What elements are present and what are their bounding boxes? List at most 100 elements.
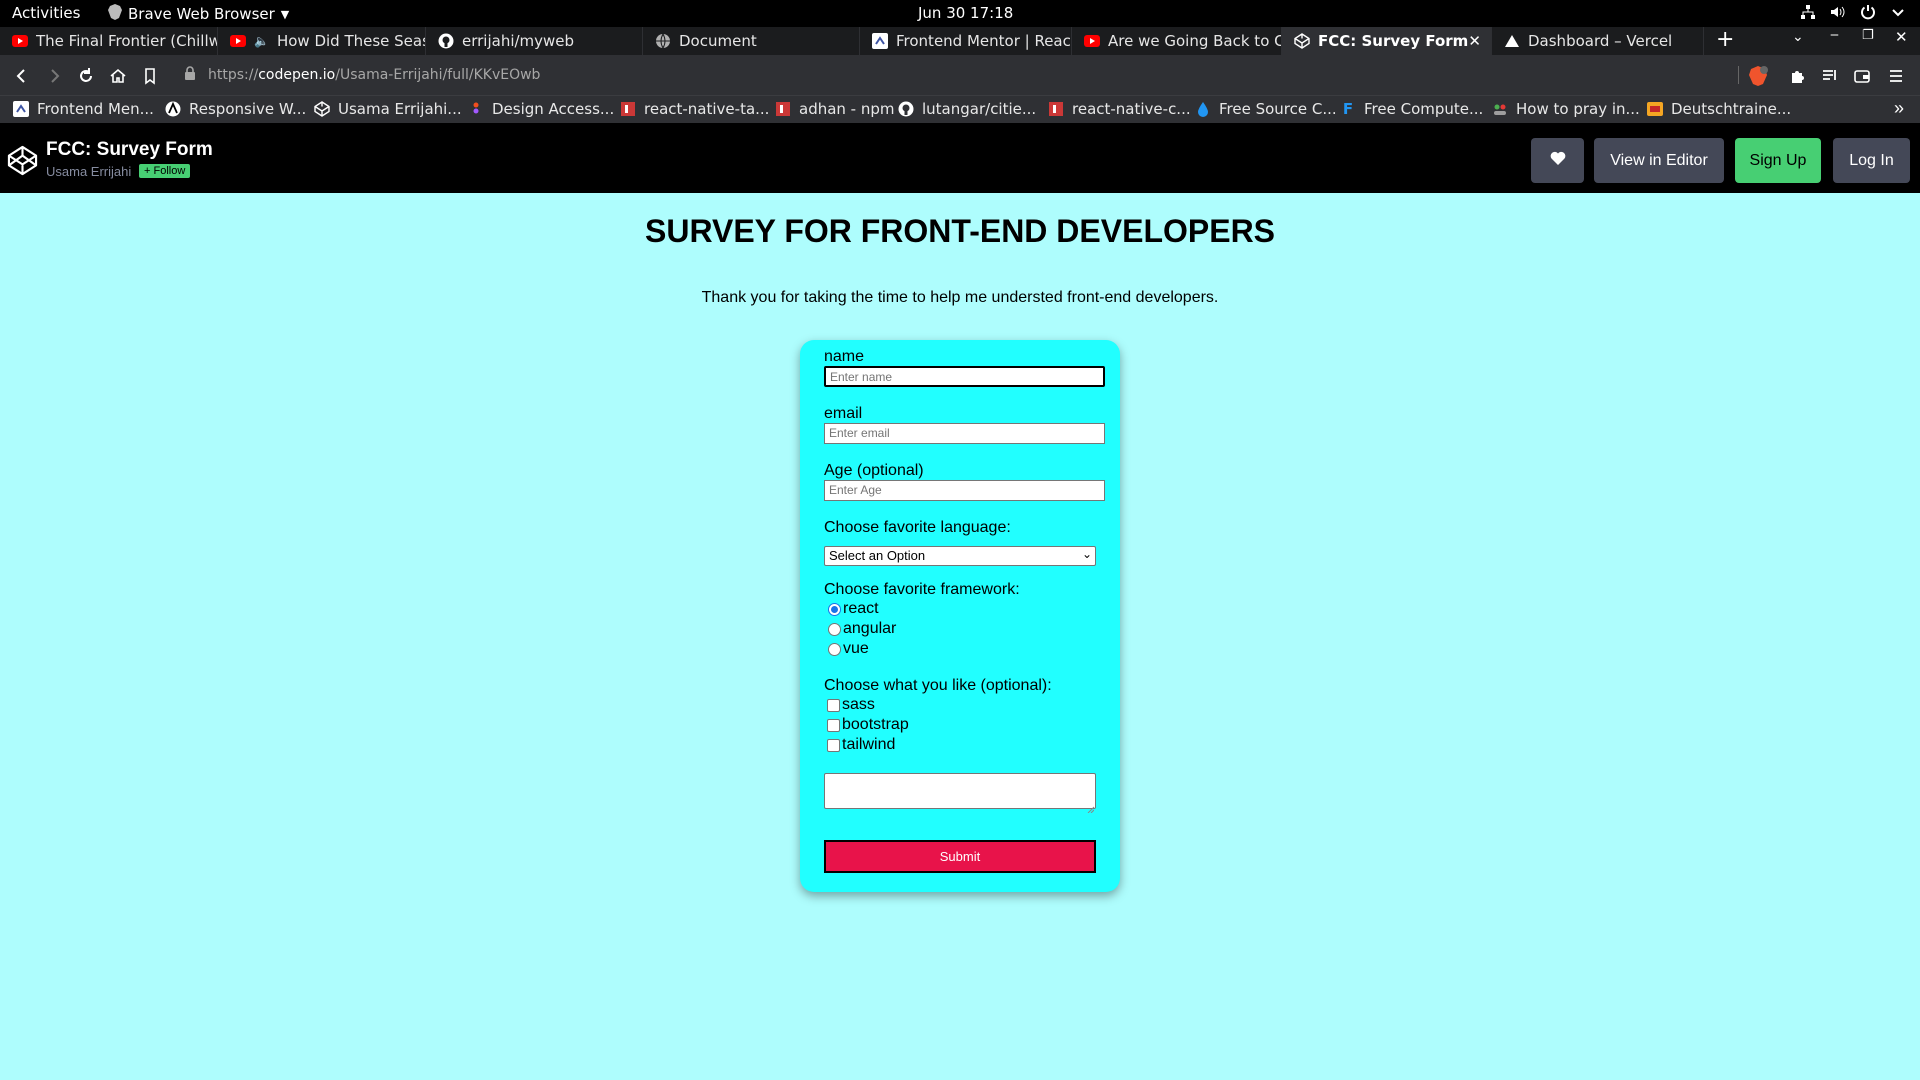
system-tray[interactable] — [1800, 4, 1906, 24]
reload-button[interactable] — [77, 67, 95, 85]
bootstrap-checkbox[interactable] — [827, 718, 840, 732]
close-icon[interactable]: ✕ — [1468, 32, 1481, 50]
sass-checkbox[interactable] — [827, 698, 840, 712]
log-in-button[interactable]: Log In — [1833, 138, 1910, 183]
vue-radio[interactable] — [828, 642, 841, 656]
brave-shields-icon[interactable] — [1747, 65, 1769, 87]
power-icon[interactable] — [1860, 4, 1876, 24]
codepen-icon — [1294, 33, 1310, 49]
sign-up-button[interactable]: Sign Up — [1735, 138, 1821, 183]
follow-button[interactable]: + Follow — [139, 164, 191, 178]
radio-option[interactable]: react — [828, 600, 879, 618]
frontend-mentor-icon — [13, 101, 29, 117]
bookmark-item[interactable]: Frontend Men... — [13, 100, 154, 118]
npm-icon — [775, 101, 791, 117]
bookmark-item[interactable]: Free Source C... — [1195, 100, 1337, 118]
checkbox-option[interactable]: sass — [827, 696, 875, 714]
checkbox-label: tailwind — [842, 736, 896, 753]
address-bar[interactable]: https://codepen.io/Usama-Errijahi/full/K… — [180, 61, 1770, 89]
forward-button[interactable] — [45, 67, 63, 85]
tab-search-chevron-icon[interactable]: ⌄ — [1792, 29, 1804, 45]
youtube-icon — [230, 33, 246, 49]
age-input[interactable]: Enter Age — [824, 480, 1105, 501]
window-close-button[interactable]: ✕ — [1895, 28, 1908, 46]
media-list-icon[interactable] — [1821, 67, 1839, 85]
bookmark-item[interactable]: F Free Compute... — [1340, 100, 1483, 118]
radio-option[interactable]: angular — [828, 620, 896, 638]
likes-label: Choose what you like (optional): — [824, 677, 1052, 694]
bookmark-button[interactable] — [141, 67, 159, 85]
tab-title: Document — [679, 32, 757, 50]
resize-grip-icon[interactable] — [1087, 800, 1095, 814]
tab-going-back[interactable]: Are we Going Back to Chin — [1072, 27, 1282, 55]
tab-vercel-dashboard[interactable]: Dashboard – Vercel — [1492, 27, 1704, 55]
tab-document[interactable]: Document — [643, 27, 860, 55]
language-dropdown[interactable]: Select an Option ⌄ — [824, 546, 1096, 566]
deutsch-icon — [1647, 101, 1663, 117]
bookmark-label: react-native-c... — [1072, 100, 1191, 118]
url-path: /Usama-Errijahi/full/KKvEOwb — [335, 67, 541, 83]
wallet-icon[interactable] — [1853, 67, 1871, 85]
checkbox-option[interactable]: bootstrap — [827, 716, 909, 734]
angular-radio[interactable] — [828, 622, 841, 636]
submit-button[interactable]: Submit — [824, 840, 1096, 873]
radio-label: vue — [843, 640, 869, 657]
view-in-editor-button[interactable]: View in Editor — [1594, 138, 1724, 183]
bookmark-item[interactable]: lutangar/citie... — [898, 100, 1036, 118]
minimize-button[interactable]: ‒ — [1830, 27, 1839, 43]
new-tab-button[interactable]: + — [1716, 27, 1734, 52]
restore-button[interactable]: ❐ — [1862, 28, 1874, 43]
heart-icon — [1550, 151, 1566, 170]
tailwind-checkbox[interactable] — [827, 738, 840, 752]
speaker-icon[interactable]: 🔈 — [254, 34, 269, 48]
radio-option[interactable]: vue — [828, 640, 869, 658]
network-icon[interactable] — [1800, 4, 1816, 24]
bookmark-item[interactable]: Responsive W... — [165, 100, 306, 118]
survey-page: SURVEY FOR FRONT-END DEVELOPERS Thank yo… — [0, 193, 1920, 1080]
app-menu[interactable]: Brave Web Browser ▼ — [108, 4, 289, 24]
activities-button[interactable]: Activities — [12, 4, 80, 22]
lock-icon[interactable] — [184, 66, 196, 84]
bookmark-item[interactable]: Design Access... — [468, 100, 614, 118]
bookmark-label: Deutschtraine... — [1671, 100, 1792, 118]
react-radio[interactable] — [828, 602, 841, 616]
bookmark-item[interactable]: react-native-c... — [1048, 100, 1191, 118]
youtube-icon — [12, 33, 28, 49]
pen-author-link[interactable]: Usama Errijahi — [46, 164, 131, 179]
tab-fcc-survey-form[interactable]: FCC: Survey Form ✕ — [1282, 27, 1492, 55]
divider — [1738, 66, 1739, 84]
frontend-mentor-icon — [872, 33, 888, 49]
heart-button[interactable] — [1531, 138, 1584, 183]
email-input[interactable]: Enter email — [824, 423, 1105, 444]
volume-icon[interactable] — [1830, 4, 1846, 24]
checkbox-option[interactable]: tailwind — [827, 736, 895, 754]
bookmark-item[interactable]: react-native-ta... — [620, 100, 769, 118]
name-input[interactable]: Enter name — [824, 366, 1105, 387]
tab-final-frontier[interactable]: The Final Frontier (Chillwa — [0, 27, 218, 55]
back-button[interactable] — [13, 67, 31, 85]
bookmarks-overflow-icon[interactable]: » — [1894, 98, 1904, 119]
bookmark-item[interactable]: Deutschtraine... — [1647, 100, 1791, 118]
comments-textarea[interactable] — [824, 773, 1096, 814]
tab-title: How Did These Seashel — [276, 32, 425, 50]
bookmark-label: react-native-ta... — [644, 100, 770, 118]
f-icon: F — [1342, 100, 1354, 118]
astro-icon — [165, 101, 181, 117]
chevron-down-icon[interactable] — [1890, 4, 1906, 24]
menu-hamburger-icon[interactable] — [1887, 67, 1905, 85]
clock[interactable]: Jun 30 17:18 — [918, 4, 1013, 22]
email-label: email — [824, 405, 863, 422]
globe-icon — [655, 33, 671, 49]
bookmark-item[interactable]: How to pray in... — [1492, 100, 1640, 118]
tab-errijahi-myweb[interactable]: errijahi/myweb — [426, 27, 643, 55]
extensions-puzzle-icon[interactable] — [1789, 67, 1807, 85]
bookmark-item[interactable]: Usama Errijahi... — [314, 100, 462, 118]
figma-icon — [468, 101, 484, 117]
tab-seashells[interactable]: 🔈 How Did These Seashel — [218, 27, 426, 55]
bookmark-item[interactable]: adhan - npm — [775, 100, 895, 118]
codepen-header: FCC: Survey Form Usama Errijahi + Follow… — [0, 123, 1920, 193]
tab-frontend-mentor[interactable]: Frontend Mentor | React c — [860, 27, 1072, 55]
home-button[interactable] — [109, 67, 127, 85]
brave-icon — [108, 4, 122, 24]
codepen-logo-icon[interactable] — [7, 145, 38, 176]
